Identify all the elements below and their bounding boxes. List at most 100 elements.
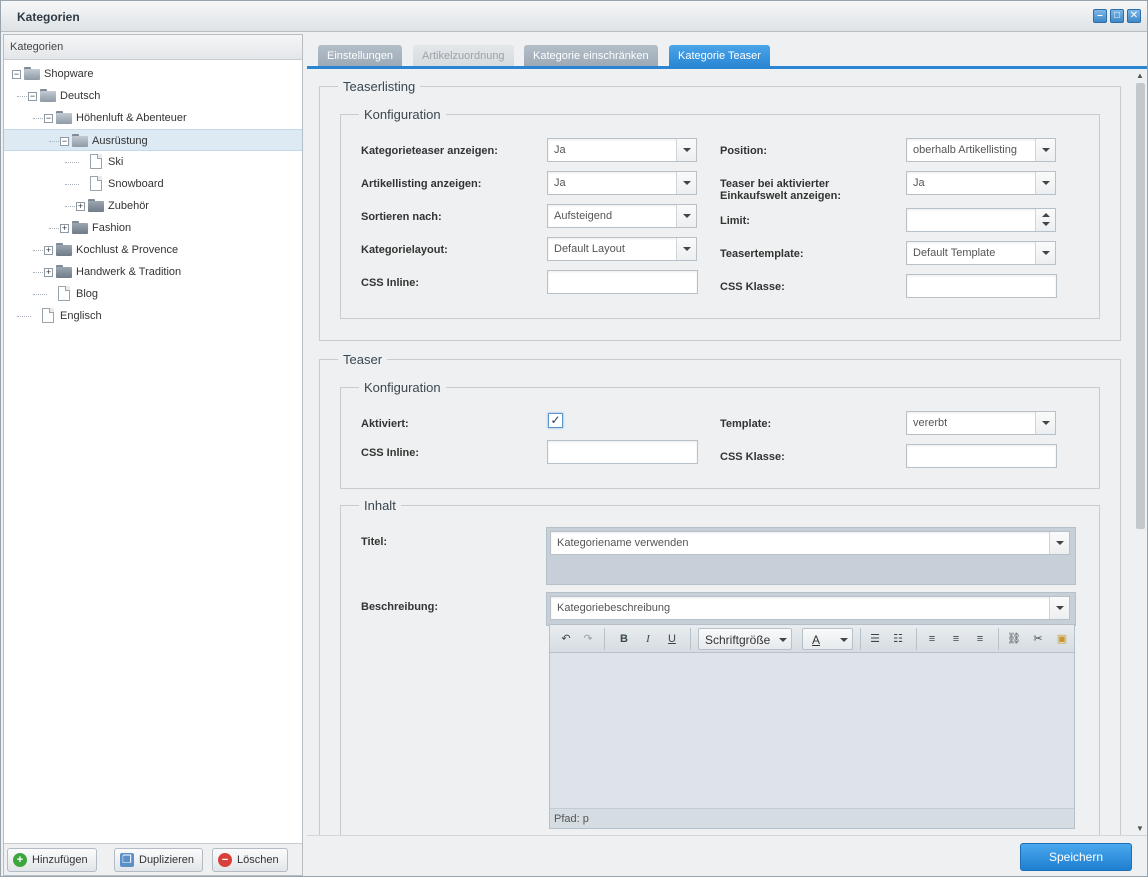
title-select[interactable]: Kategoriename verwenden [550, 531, 1070, 555]
chevron-down-icon[interactable] [676, 205, 696, 227]
chevron-down-icon[interactable] [676, 139, 696, 161]
tree-item[interactable]: Englisch [4, 305, 302, 327]
show-teaser-label: Kategorieteaser anzeigen: [361, 145, 498, 157]
link-icon[interactable]: ⛓ [1006, 631, 1022, 647]
position-select[interactable]: oberhalb Artikellisting [906, 138, 1056, 162]
chevron-down-icon[interactable] [1035, 172, 1055, 194]
font-size-select[interactable]: Schriftgröße [698, 628, 792, 650]
title-container: Kategoriename verwenden [546, 527, 1076, 585]
save-button[interactable]: Speichern [1020, 843, 1132, 871]
teaser-css-inline-input[interactable] [547, 440, 698, 464]
tree-item-label: Handwerk & Tradition [76, 266, 182, 278]
toolbar-separator [860, 628, 861, 650]
duplicate-category-label: Duplizieren [139, 854, 195, 866]
tree-header: Kategorien [4, 35, 302, 60]
css-class-input[interactable] [906, 274, 1057, 298]
show-teaser-select[interactable]: Ja [547, 138, 697, 162]
chevron-down-icon[interactable] [1035, 412, 1055, 434]
tab-category-teaser[interactable]: Kategorie Teaser [669, 45, 770, 67]
tab-restrict-category[interactable]: Kategorie einschränken [524, 45, 658, 67]
minimize-icon[interactable]: – [1093, 9, 1107, 23]
numbered-list-icon[interactable]: ☷ [890, 631, 906, 647]
description-container: Kategoriebeschreibung [546, 592, 1076, 626]
teaser-css-class-input[interactable] [906, 444, 1057, 468]
sort-select[interactable]: Aufsteigend [547, 204, 697, 228]
tree-item[interactable]: + Handwerk & Tradition [4, 261, 302, 283]
chevron-down-icon [840, 638, 848, 642]
tree-item[interactable]: Snowboard [4, 173, 302, 195]
font-size-placeholder: Schriftgröße [705, 633, 771, 647]
source-icon[interactable]: ▣ [1054, 631, 1070, 647]
delete-category-button[interactable]: − Löschen [212, 848, 288, 872]
description-select[interactable]: Kategoriebeschreibung [550, 596, 1070, 620]
show-listing-label: Artikellisting anzeigen: [361, 178, 482, 190]
undo-icon[interactable]: ↶ [558, 631, 574, 647]
spinner-arrows[interactable] [1035, 209, 1055, 231]
tree-item[interactable]: Blog [4, 283, 302, 305]
expand-icon[interactable]: + [44, 268, 53, 277]
teaser-template-value: Default Template [913, 247, 996, 259]
chevron-down-icon[interactable] [1035, 139, 1055, 161]
expand-icon[interactable]: + [76, 202, 85, 211]
content-legend: Inhalt [364, 498, 396, 513]
tree-item[interactable]: + Zubehör [4, 195, 302, 217]
bold-icon[interactable]: B [616, 631, 632, 647]
tab-bar: Einstellungen Artikelzuordnung Kategorie… [307, 34, 1147, 69]
title-value: Kategoriename verwenden [557, 537, 689, 549]
active-checkbox[interactable]: ✓ [548, 413, 563, 428]
expand-icon[interactable]: + [60, 224, 69, 233]
align-center-icon[interactable]: ≡ [948, 631, 964, 647]
close-icon[interactable]: ✕ [1127, 9, 1141, 23]
tree-item[interactable]: Ski [4, 151, 302, 173]
bullet-list-icon[interactable]: ☰ [867, 631, 883, 647]
chevron-down-icon[interactable] [676, 238, 696, 260]
maximize-icon[interactable]: □ [1110, 9, 1124, 23]
tree-item-label: Zubehör [108, 200, 149, 212]
teaser-shopping-world-select[interactable]: Ja [906, 171, 1056, 195]
tree-item[interactable]: − Ausrüstung [4, 129, 302, 151]
collapse-icon[interactable]: − [44, 114, 53, 123]
spinner-down-icon[interactable] [1042, 222, 1050, 226]
collapse-icon[interactable]: − [60, 137, 69, 146]
duplicate-category-button[interactable]: ❐ Duplizieren [114, 848, 204, 872]
form-scrollbar[interactable]: ▲ ▼ [1133, 69, 1147, 835]
spinner-up-icon[interactable] [1042, 213, 1050, 217]
add-category-button[interactable]: + Hinzufügen [7, 848, 97, 872]
tree-item[interactable]: − Shopware [4, 63, 302, 85]
scroll-up-icon[interactable]: ▲ [1136, 71, 1144, 80]
tree-item[interactable]: − Deutsch [4, 85, 302, 107]
window-titlebar[interactable]: Kategorien – □ ✕ [1, 1, 1147, 32]
chevron-down-icon[interactable] [676, 172, 696, 194]
chevron-down-icon[interactable] [1035, 242, 1055, 264]
tree-toolbar: + Hinzufügen ❐ Duplizieren − Löschen [4, 843, 302, 875]
tree-item[interactable]: + Kochlust & Provence [4, 239, 302, 261]
italic-icon[interactable]: I [640, 631, 656, 647]
collapse-icon[interactable]: − [12, 70, 21, 79]
unlink-icon[interactable]: ✂ [1030, 631, 1046, 647]
template-value: vererbt [913, 417, 948, 429]
tree-item[interactable]: + Fashion [4, 217, 302, 239]
tab-settings[interactable]: Einstellungen [318, 45, 403, 67]
scroll-down-icon[interactable]: ▼ [1136, 824, 1144, 833]
chevron-down-icon[interactable] [1049, 532, 1069, 554]
redo-icon[interactable]: ↷ [580, 631, 596, 647]
collapse-icon[interactable]: − [28, 92, 37, 101]
tree-item[interactable]: − Höhenluft & Abenteuer [4, 107, 302, 129]
show-listing-select[interactable]: Ja [547, 171, 697, 195]
tree-connector [65, 162, 79, 163]
limit-spinner[interactable] [906, 208, 1056, 232]
align-right-icon[interactable]: ≡ [972, 631, 988, 647]
editor-text-area[interactable] [550, 653, 1074, 809]
underline-icon[interactable]: U [664, 631, 680, 647]
chevron-down-icon[interactable] [1049, 597, 1069, 619]
expand-icon[interactable]: + [44, 246, 53, 255]
scroll-thumb[interactable] [1136, 83, 1145, 529]
font-color-select[interactable]: A [802, 628, 853, 650]
teaserlisting-legend: Teaserlisting [343, 79, 416, 94]
layout-select[interactable]: Default Layout [547, 237, 697, 261]
align-left-icon[interactable]: ≡ [924, 631, 940, 647]
css-inline-input[interactable] [547, 270, 698, 294]
template-select[interactable]: vererbt [906, 411, 1056, 435]
teaser-template-select[interactable]: Default Template [906, 241, 1056, 265]
editor-toolbar: ↶ ↷ B I U Schriftgröße A ☰ ☷ ≡ ≡ ≡ ⛓ ✂ ▣ [550, 625, 1074, 653]
